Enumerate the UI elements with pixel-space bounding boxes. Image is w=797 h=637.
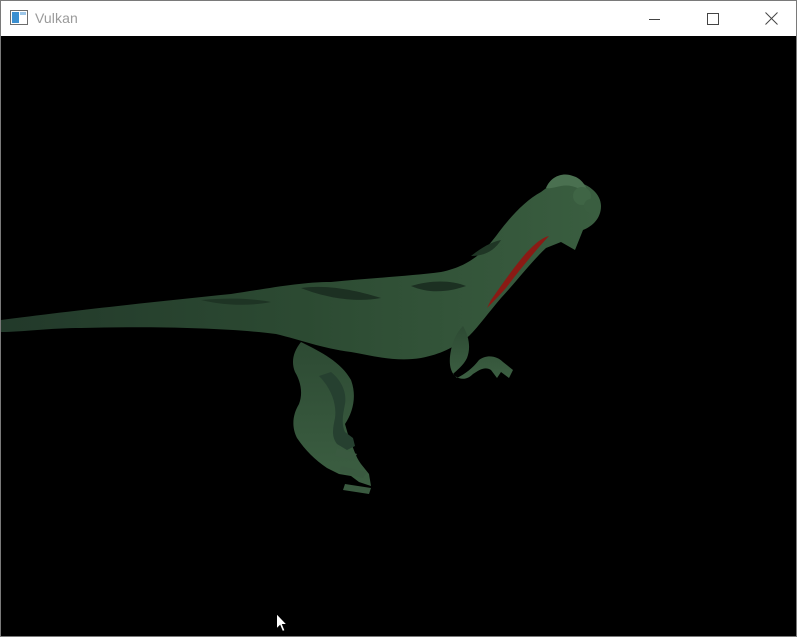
close-icon <box>764 12 778 25</box>
render-viewport[interactable] <box>1 36 796 636</box>
minimize-icon <box>649 18 660 20</box>
vulkan-window: Vulkan <box>0 0 797 637</box>
title-bar[interactable]: Vulkan <box>1 1 796 36</box>
window-app-icon <box>10 10 28 25</box>
maximize-button[interactable] <box>684 1 742 36</box>
close-button[interactable] <box>742 1 797 36</box>
window-title: Vulkan <box>35 10 78 26</box>
arrow-cursor-icon <box>276 613 288 633</box>
dinosaur-model <box>1 174 601 494</box>
minimize-button[interactable] <box>626 1 684 36</box>
maximize-icon <box>707 12 719 25</box>
